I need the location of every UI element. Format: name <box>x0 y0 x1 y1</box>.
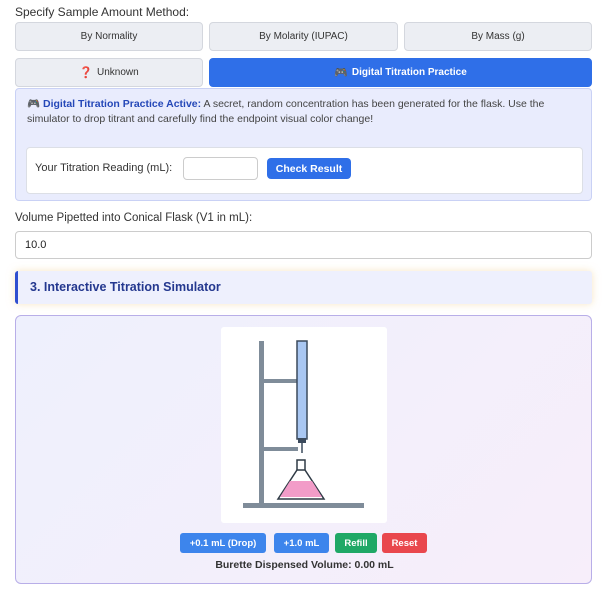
method-normality-button[interactable]: By Normality <box>15 22 203 51</box>
stand-clamp-lower <box>261 447 298 451</box>
reading-label: Your Titration Reading (mL): <box>35 162 173 174</box>
reset-button[interactable]: Reset <box>382 533 427 553</box>
add-drop-button[interactable]: +0.1 mL (Drop) <box>180 533 266 553</box>
simulator-heading: 3. Interactive Titration Simulator <box>15 271 592 304</box>
check-result-button[interactable]: Check Result <box>267 158 351 179</box>
method-mass-button[interactable]: By Mass (g) <box>404 22 592 51</box>
flask-solution <box>280 481 322 497</box>
method-practice-button[interactable]: 🎮 Digital Titration Practice <box>209 58 592 87</box>
volume-label: Volume Pipetted into Conical Flask (V1 i… <box>15 212 253 224</box>
burette-stopcock[interactable] <box>298 438 306 443</box>
method-unknown-button[interactable]: ❓ Unknown <box>15 58 203 87</box>
practice-panel: 🎮 Digital Titration Practice Active: A s… <box>15 88 592 201</box>
reading-input[interactable] <box>183 157 258 180</box>
stand-clamp-upper <box>261 379 298 383</box>
method-normality-label: By Normality <box>80 31 138 42</box>
gamepad-icon: 🎮 <box>27 98 41 110</box>
titration-apparatus <box>221 327 387 523</box>
gamepad-icon: 🎮 <box>334 67 348 79</box>
simulator-heading-text: 3. Interactive Titration Simulator <box>30 280 221 294</box>
volume-input[interactable]: 10.0 <box>15 231 592 259</box>
practice-message: 🎮 Digital Titration Practice Active: A s… <box>27 97 582 126</box>
dispensed-volume: Burette Dispensed Volume: 0.00 mL <box>215 559 394 571</box>
reading-box: Your Titration Reading (mL): Check Resul… <box>26 147 583 194</box>
method-molarity-label: By Molarity (IUPAC) <box>259 31 348 42</box>
add-one-ml-button[interactable]: +1.0 mL <box>274 533 329 553</box>
burette[interactable] <box>296 340 308 440</box>
practice-title: Digital Titration Practice Active: <box>43 98 202 110</box>
method-label: Specify Sample Amount Method: <box>15 5 190 19</box>
method-unknown-label: Unknown <box>97 67 139 78</box>
method-mass-label: By Mass (g) <box>471 31 525 42</box>
method-practice-label: Digital Titration Practice <box>351 67 467 78</box>
refill-button[interactable]: Refill <box>335 533 377 553</box>
simulator-panel: +0.1 mL (Drop) +1.0 mL Refill Reset Bure… <box>15 315 592 584</box>
method-molarity-button[interactable]: By Molarity (IUPAC) <box>209 22 398 51</box>
stand-rod <box>259 341 264 505</box>
question-icon: ❓ <box>79 67 93 79</box>
